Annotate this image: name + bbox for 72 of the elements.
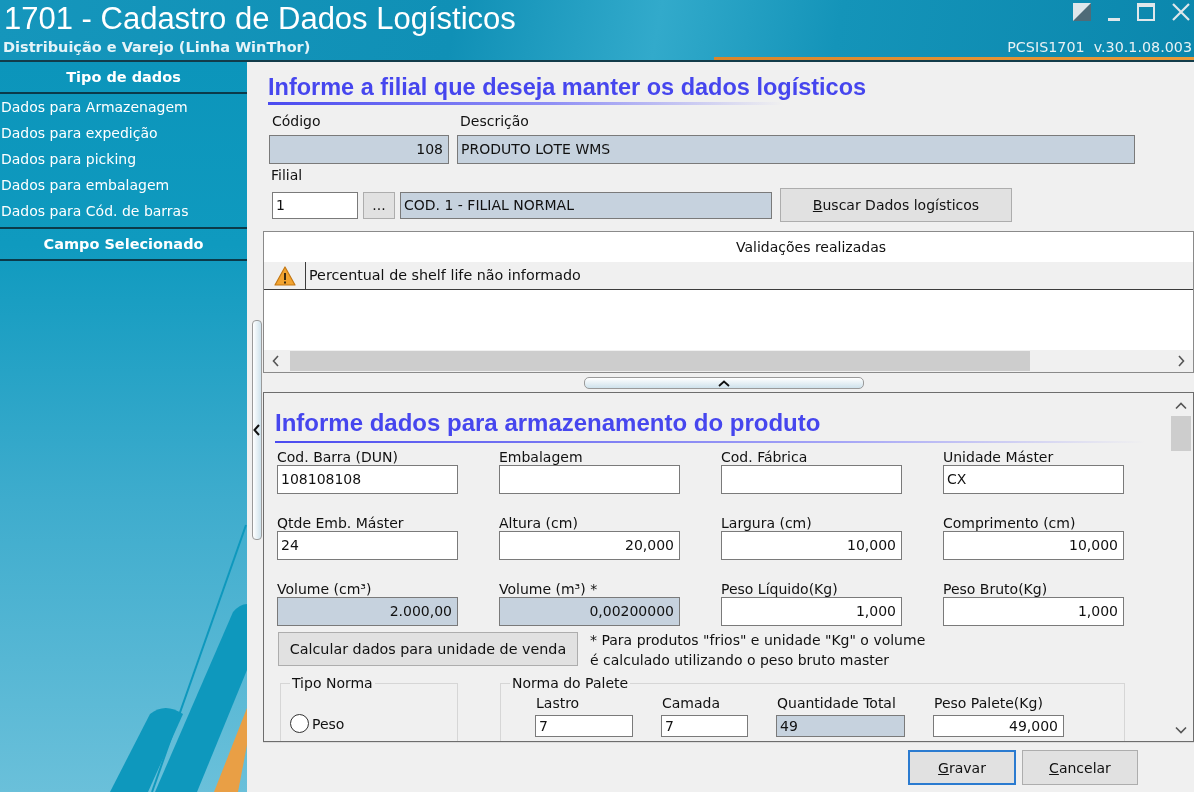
- note-text: * Para produtos "frios" e unidade "Kg" o volume é calculado utilizando o peso bruto master: [590, 631, 926, 670]
- close-icon[interactable]: [1172, 3, 1190, 21]
- maximize-icon[interactable]: [1137, 3, 1155, 21]
- input-field[interactable]: 20,000: [499, 531, 680, 560]
- field-label: Unidade Máster: [943, 450, 1055, 465]
- field-label: Cod. Barra (DUN): [277, 450, 400, 465]
- input-field[interactable]: 10,000: [721, 531, 902, 560]
- input-field[interactable]: 1,000: [943, 597, 1124, 626]
- readonly-field[interactable]: 0,00200000: [499, 597, 680, 626]
- input-field[interactable]: 108108108: [277, 465, 458, 494]
- input-field[interactable]: 49,000: [933, 715, 1064, 737]
- warning-icon: [273, 265, 296, 286]
- chevron-left-icon: [253, 424, 261, 436]
- field-label: Largura (cm): [721, 516, 813, 531]
- readonly-field[interactable]: 49: [776, 715, 905, 737]
- readonly-field[interactable]: 108: [269, 135, 449, 164]
- readonly-field[interactable]: PRODUTO LOTE WMS: [457, 135, 1135, 164]
- chevron-up-icon[interactable]: [1174, 402, 1187, 410]
- window-subtitle: Distribuição e Varejo (Linha WinThor): [3, 39, 311, 55]
- horizontal-scrollbar[interactable]: [264, 350, 1193, 372]
- scrollbar-thumb[interactable]: [1170, 416, 1191, 451]
- lookup-button[interactable]: ...: [363, 191, 395, 219]
- action-button[interactable]: Cancelar: [1022, 750, 1138, 785]
- field-label: Descrição: [459, 113, 530, 130]
- field-label: Código: [271, 113, 322, 130]
- field-label: Volume (cm³): [277, 582, 373, 597]
- split-square-icon[interactable]: [1073, 3, 1091, 21]
- field-label: Altura (cm): [499, 516, 579, 531]
- radio-button[interactable]: [290, 714, 309, 733]
- field-label: Peso Líquido(Kg): [721, 582, 839, 597]
- field-label: Qtde Emb. Máster: [277, 516, 405, 531]
- input-field[interactable]: CX: [943, 465, 1124, 494]
- calculate-button[interactable]: Calcular dados para unidade de venda: [278, 632, 578, 666]
- input-field[interactable]: [499, 465, 680, 494]
- readonly-field[interactable]: 2.000,00: [277, 597, 458, 626]
- field-label: Peso Palete(Kg): [933, 695, 1044, 712]
- group-title: Tipo Norma: [291, 675, 374, 691]
- column-header: Validações realizadas: [735, 239, 886, 255]
- radio-label[interactable]: Peso: [312, 714, 345, 733]
- input-field[interactable]: 1,000: [721, 597, 902, 626]
- scrollbar-thumb[interactable]: [290, 351, 1030, 371]
- action-button[interactable]: Buscar Dados logísticos: [780, 188, 1012, 222]
- field-label: Comprimento (cm): [943, 516, 1077, 531]
- section-heading: Informe dados para armazenamento do produto: [275, 410, 822, 436]
- window-title: 1701 - Cadastro de Dados Logísticos: [4, 1, 516, 36]
- field-label: Camada: [661, 695, 722, 712]
- field-label: Filial: [270, 167, 304, 184]
- input-field[interactable]: 7: [535, 715, 633, 737]
- field-label: Cod. Fábrica: [721, 450, 809, 465]
- chevron-left-icon[interactable]: [272, 355, 280, 367]
- field-label: Embalagem: [499, 450, 584, 465]
- grid-row[interactable]: Percentual de shelf life não informado: [264, 262, 1193, 290]
- input-field[interactable]: [721, 465, 902, 494]
- group-title: Norma do Palete: [511, 675, 630, 691]
- field-label: Peso Bruto(Kg): [943, 582, 1049, 597]
- input-field[interactable]: 7: [661, 715, 748, 737]
- input-field[interactable]: 1: [272, 191, 358, 219]
- version-label: PCSIS1701 v.30.1.08.003: [1007, 39, 1192, 55]
- readonly-field[interactable]: COD. 1 - FILIAL NORMAL: [400, 191, 772, 219]
- field-label: Lastro: [535, 695, 581, 712]
- action-button[interactable]: Gravar: [908, 750, 1016, 785]
- field-label: Volume (m³) *: [499, 582, 599, 597]
- input-field[interactable]: 24: [277, 531, 458, 560]
- input-field[interactable]: 10,000: [943, 531, 1124, 560]
- section-heading: Informe a filial que deseja manter os dados logísticos: [268, 75, 868, 99]
- chevron-right-icon[interactable]: [1177, 355, 1185, 367]
- chevron-down-icon[interactable]: [1174, 726, 1187, 734]
- field-label: Quantidade Total: [776, 695, 897, 712]
- grid-cell-text: Percentual de shelf life não informado: [308, 266, 581, 285]
- chevron-up-icon: [717, 379, 730, 387]
- splitter-handle[interactable]: [252, 320, 262, 540]
- splitter-handle[interactable]: [583, 377, 864, 389]
